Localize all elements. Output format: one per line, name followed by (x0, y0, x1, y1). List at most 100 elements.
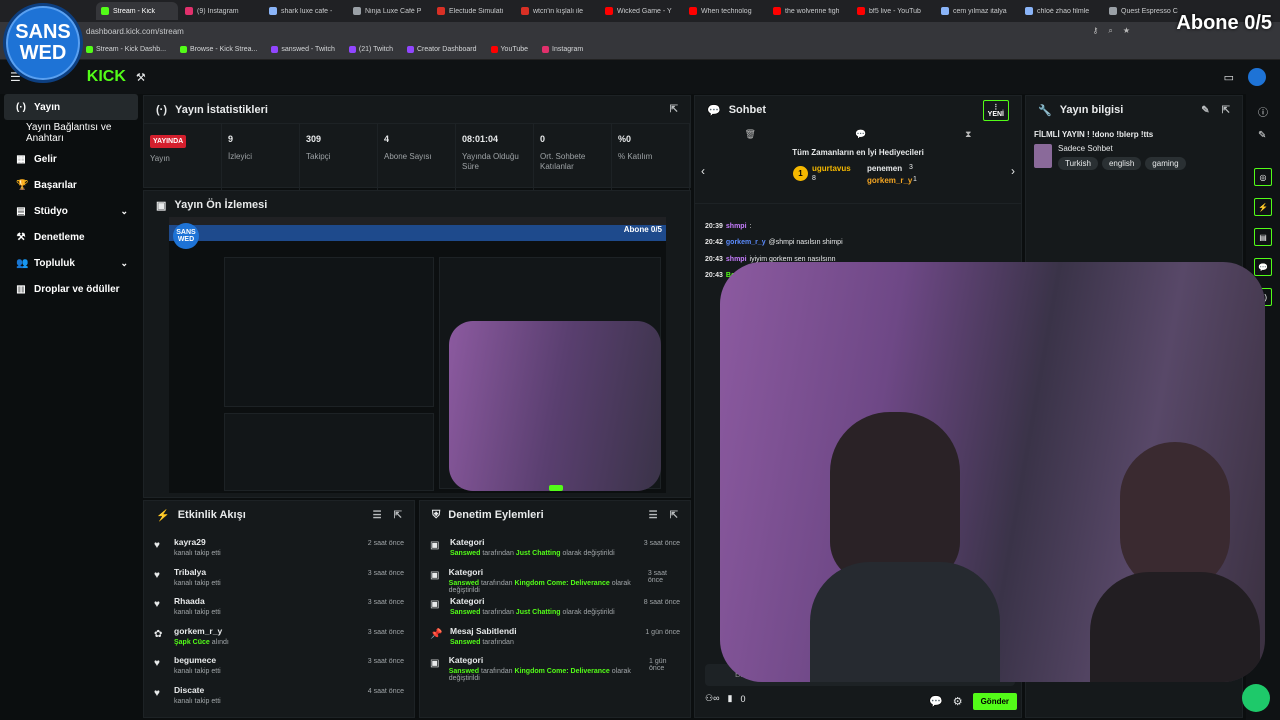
chat-username[interactable]: gorkem_r_y (726, 239, 766, 246)
bookmark-item[interactable]: Stream - Kick Dashb... (86, 46, 166, 53)
stream-tag[interactable]: Turkish (1058, 157, 1098, 170)
sidebar-item-yayın[interactable]: (·) Yayın (4, 94, 138, 120)
sidebar-item-yayın[interactable]: Yayın Bağlantısı ve Anahtarı (4, 120, 138, 146)
tab-favicon-icon (689, 7, 697, 15)
popout-icon[interactable]: ⇱ (1222, 105, 1230, 116)
tab-favicon-icon (521, 7, 529, 15)
send-button[interactable]: Gönder (972, 693, 1018, 710)
key-icon[interactable]: ⚷ (1092, 26, 1098, 36)
sidebar-item-gelir[interactable]: ▦ Gelir (4, 146, 138, 172)
chat-message: 20:39 shmpi: (695, 218, 1021, 235)
chevron-down-icon[interactable]: ⌄ (120, 258, 128, 269)
emote-icon[interactable]: 💬 (929, 695, 943, 708)
filter-icon[interactable]: ☰ (373, 510, 382, 521)
chevron-down-icon[interactable]: ⌄ (120, 206, 128, 217)
bookmark-favicon-icon (490, 46, 498, 53)
viewers-icon[interactable]: ⚇∞ (705, 693, 719, 704)
stats-icon: (·) (156, 103, 167, 116)
prev-arrow-icon[interactable]: ‹ (701, 164, 705, 178)
bookmarks-bar: Stream - Kick Dashb... Browse - Kick Stre… (0, 40, 1280, 60)
browser-tab[interactable]: chloé zhao filmle (1020, 2, 1102, 20)
timer-icon[interactable]: ⧗ (965, 129, 971, 140)
rail-bolt-button[interactable]: ⚡ (1254, 198, 1272, 216)
popout-icon[interactable]: ⇱ (670, 104, 678, 115)
stat-item: 0 Ort. Sohbete Katılanlar (534, 124, 612, 190)
chat-mode-icon[interactable]: 💬 (855, 129, 866, 140)
bookmark-item[interactable]: YouTube (490, 46, 528, 53)
browser-tab[interactable]: bf5 live - YouTub (852, 2, 934, 20)
chat-time: 20:43 (705, 255, 723, 263)
bookmark-favicon-icon (86, 46, 93, 53)
sidebar-item-denetleme[interactable]: ⚒ Denetleme (4, 224, 138, 250)
stream-tag[interactable]: english (1101, 157, 1142, 170)
star-icon[interactable]: ★ (1123, 26, 1130, 36)
tab-favicon-icon (1025, 7, 1033, 15)
info-icon[interactable]: ⓘ (1258, 104, 1280, 120)
logo-text-top: SANS (15, 21, 71, 43)
trash-icon[interactable]: 🗑 (745, 129, 756, 140)
sidebar-item-topluluk[interactable]: 👥 Topluluk ⌄ (4, 250, 138, 276)
preview-video[interactable]: SANS WED Abone 0/5 (169, 217, 666, 493)
stat-item: %0 % Katılım (612, 124, 690, 190)
edit-icon[interactable]: ✎ (1201, 105, 1209, 116)
tab-favicon-icon (857, 7, 865, 15)
stat-label: Abone Sayısı (384, 152, 432, 161)
browser-tab[interactable]: Quest Espresso C (1104, 2, 1186, 20)
bookmark-item[interactable]: Browse - Kick Strea... (180, 46, 257, 53)
chat-options-button[interactable]: ⋮ YENİ (982, 99, 1009, 121)
sidebar-item-stüdyo[interactable]: ▤ Stüdyo ⌄ (4, 198, 138, 224)
kick-logo[interactable]: KICK (87, 68, 126, 86)
stream-tag[interactable]: gaming (1145, 157, 1186, 170)
browser-tab[interactable]: When technolog (684, 2, 766, 20)
sidebar-item-droplar[interactable]: ▥ Droplar ve ödüller (4, 276, 138, 302)
pencil-icon[interactable]: ✎ (1258, 130, 1280, 146)
leaderboard-title: Tüm Zamanların en İyi Hediyecileri (792, 148, 924, 157)
activity-time: 3 saat önce (367, 628, 404, 636)
avatar[interactable] (1248, 68, 1266, 86)
settings-icon[interactable]: ⚙ (953, 695, 963, 708)
next-arrow-icon[interactable]: › (1011, 164, 1015, 178)
moderation-mid: tarafından (480, 579, 513, 587)
moderation-mid: tarafından (482, 550, 514, 557)
top1-count: 8 (812, 175, 816, 182)
zoom-icon[interactable]: ⌕ (1108, 26, 1112, 36)
stat-label: Ort. Sohbete Katılanlar (540, 152, 586, 171)
webcam-overlay (720, 262, 1265, 682)
rail-notes-button[interactable]: ▤ (1254, 228, 1272, 246)
stat-item: 4 Abone Sayısı (378, 124, 456, 190)
browser-tab[interactable]: Wicked Game - Y (600, 2, 682, 20)
browser-tab[interactable]: (9) Instagram (180, 2, 262, 20)
address-bar[interactable]: dashboard.kick.com/stream ⚷ ⌕ ★ (0, 22, 1280, 40)
browser-tab[interactable]: Stream - Kick (96, 2, 178, 20)
popout-icon[interactable]: ⇱ (394, 510, 402, 521)
assistant-bubble-icon[interactable] (1242, 684, 1270, 712)
bookmark-item[interactable]: sanswed - Twitch (271, 46, 335, 53)
sidebar-item-label: Denetleme (34, 231, 85, 243)
rail-capture-button[interactable]: ◎ (1254, 168, 1272, 186)
browser-tab-bar: Stream - Kick (9) Instagram shark luxe caf… (0, 0, 1280, 22)
browser-tab[interactable]: wtcn'in kışlalı ile (516, 2, 598, 20)
browser-tab[interactable]: Electude Simulati (432, 2, 514, 20)
browser-tab[interactable]: Ninja Luxe Café P (348, 2, 430, 20)
browser-tab[interactable]: cem yılmaz italya (936, 2, 1018, 20)
tab-label: bf5 live - YouTub (869, 7, 921, 15)
hammer-icon[interactable]: ⚒ (136, 71, 146, 84)
sidebar-item-başarılar[interactable]: 🏆 Başarılar (4, 172, 138, 198)
bookmark-item[interactable]: Instagram (542, 46, 583, 53)
browser-tab[interactable]: shark luxe cafe - (264, 2, 346, 20)
moderation-desc: Sanswed tarafından Just Chatting olarak … (450, 609, 615, 616)
chat-username[interactable]: shmpi (726, 256, 747, 263)
address-text[interactable]: dashboard.kick.com/stream (86, 27, 184, 36)
screen-icon[interactable]: ▭ (1224, 71, 1234, 84)
moderation-end: olarak değiştirildi (562, 609, 615, 616)
stat-value: 309 (306, 134, 322, 144)
browser-tab[interactable]: the wolverine figh (768, 2, 850, 20)
chat-username[interactable]: shmpi (726, 223, 747, 230)
reward-icon: ✿ (154, 628, 163, 640)
filter-icon[interactable]: ☰ (649, 510, 658, 521)
stat-value: 08:01:04 (462, 134, 499, 144)
bookmark-item[interactable]: Creator Dashboard (407, 46, 477, 53)
rail-chat-button[interactable]: 💬 (1254, 258, 1272, 276)
popout-icon[interactable]: ⇱ (670, 510, 678, 521)
bookmark-item[interactable]: (21) Twitch (348, 46, 393, 53)
